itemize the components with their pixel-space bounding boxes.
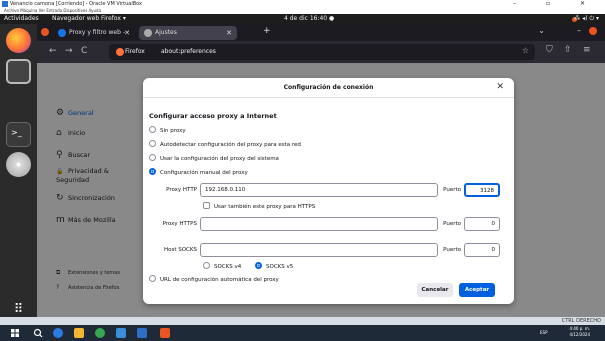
http-proxy-label: Proxy HTTP xyxy=(166,187,197,193)
file-explorer-icon[interactable] xyxy=(74,328,84,338)
tab-strip: Proxy y filtro web - Venc ✕ Ajustes ✕ + … xyxy=(37,24,605,50)
taskbar-date: 4/12/2024 xyxy=(569,332,590,337)
tab-ajustes[interactable]: Ajustes ✕ xyxy=(139,26,237,40)
accept-button[interactable]: Aceptar xyxy=(459,283,495,297)
activities-button[interactable]: Actividades xyxy=(4,14,39,24)
pocket-icon[interactable]: ⛉ xyxy=(546,45,553,55)
checkbox-label: Usar también este proxy para HTTPS xyxy=(214,204,316,210)
gnome-top-bar: Actividades Navegador web Firefox ▾ 4 de… xyxy=(0,14,605,24)
radio-system-proxy[interactable]: Usar la configuración del proxy del sist… xyxy=(149,154,279,163)
cancel-button[interactable]: Cancelar xyxy=(417,283,453,297)
firefox-icon[interactable] xyxy=(6,28,31,53)
radio-icon xyxy=(203,262,210,269)
vbox-status-bar: CTRL DERECHO xyxy=(0,317,605,325)
https-port-input[interactable]: 0 xyxy=(464,217,500,231)
radio-label: Configuración manual del proxy xyxy=(160,170,248,176)
tab-favicon-icon xyxy=(58,29,66,37)
clock[interactable]: 4 de dic 16:40 ● xyxy=(284,14,334,24)
radio-label: Usar la configuración del proxy del sist… xyxy=(160,156,279,162)
firefox-identity-icon xyxy=(116,48,124,56)
radio-socks4[interactable]: SOCKS v4 xyxy=(203,262,241,271)
tab-proxy[interactable]: Proxy y filtro web - Venc ✕ xyxy=(53,26,135,50)
socks-port-input[interactable]: 0 xyxy=(464,243,500,257)
https-checkbox[interactable]: Usar también este proxy para HTTPS xyxy=(203,202,315,212)
tab-close-icon[interactable]: ✕ xyxy=(226,26,232,40)
http-port-input[interactable]: 3128 xyxy=(464,183,500,197)
app-menu[interactable]: Navegador web Firefox ▾ xyxy=(52,14,126,24)
virtualbox-icon xyxy=(2,1,8,7)
identity-label: Firefox xyxy=(125,48,145,55)
proxy-heading: Configurar acceso proxy a Internet xyxy=(149,112,277,120)
keyboard-language[interactable]: ESP xyxy=(540,330,547,336)
socks-host-input[interactable] xyxy=(200,243,438,257)
connection-settings-dialog: Configuración de conexión ✕ Configurar a… xyxy=(143,78,514,304)
url-text[interactable]: about:preferences xyxy=(161,44,216,60)
vm-titlebar: Venancio camona [Corriendo] - Oracle VM … xyxy=(0,0,605,8)
socks-port-label: Puerto xyxy=(443,247,461,253)
radio-label: Sin proxy xyxy=(160,128,186,134)
settings-gear-icon xyxy=(144,29,152,37)
minimize-icon[interactable]: – xyxy=(577,26,581,35)
http-proxy-input[interactable]: 192.168.0.110 xyxy=(200,183,438,197)
vm-window-controls[interactable]: – ▫ ✕ xyxy=(513,0,599,8)
firefox-view-icon[interactable] xyxy=(41,28,49,36)
new-tab-icon[interactable]: + xyxy=(263,26,271,36)
back-icon[interactable]: ← xyxy=(49,46,57,56)
radio-auto-url[interactable]: URL de configuración automática del prox… xyxy=(149,275,279,284)
socks-host-label: Host SOCKS xyxy=(163,247,197,253)
bookmark-star-icon[interactable]: ☆ xyxy=(522,46,529,55)
windows-start-icon[interactable] xyxy=(10,328,20,338)
chrome-icon[interactable] xyxy=(95,328,105,338)
url-bar[interactable]: Firefox about:preferences ☆ xyxy=(109,44,535,60)
close-window-icon[interactable] xyxy=(589,27,597,35)
tab-list-icon[interactable]: ⌄ xyxy=(538,26,545,35)
virtualbox-taskbar-icon[interactable] xyxy=(137,328,147,338)
vm-window-taskbar-icon[interactable] xyxy=(160,328,170,338)
forward-icon[interactable]: → xyxy=(65,46,73,56)
radio-selected-icon xyxy=(255,262,262,269)
radio-label: Autodetectar configuración del proxy par… xyxy=(160,142,301,148)
vm-title-text: Venancio camona [Corriendo] - Oracle VM … xyxy=(10,1,143,7)
close-icon[interactable]: ✕ xyxy=(496,82,504,92)
radio-label: URL de configuración automática del prox… xyxy=(160,277,279,283)
terminal-icon[interactable]: >_ xyxy=(6,122,31,147)
store-icon[interactable] xyxy=(116,328,126,338)
radio-icon xyxy=(149,154,156,161)
tab-label: Ajustes xyxy=(155,29,177,36)
reload-icon[interactable]: C xyxy=(81,46,87,56)
radio-no-proxy[interactable]: Sin proxy xyxy=(149,126,186,135)
http-port-label: Puerto xyxy=(443,187,461,193)
system-tray[interactable]: ⁂ ◂) ⏻ ▾ xyxy=(574,14,599,24)
radio-socks5[interactable]: SOCKS v5 xyxy=(255,262,293,271)
radio-selected-icon xyxy=(149,168,156,175)
radio-label: SOCKS v5 xyxy=(266,264,294,270)
dialog-title: Configuración de conexión xyxy=(143,78,514,98)
nav-toolbar: ← → C Firefox about:preferences ☆ ⛉ ⇧ ≡ xyxy=(37,41,605,63)
menu-icon[interactable]: ≡ xyxy=(583,45,591,55)
checkbox-icon xyxy=(203,202,210,209)
radio-icon xyxy=(149,140,156,147)
files-icon[interactable] xyxy=(6,59,31,84)
tab-close-icon[interactable]: ✕ xyxy=(124,26,130,40)
https-port-label: Puerto xyxy=(443,221,461,227)
dock: >_ ⠿ xyxy=(0,24,37,317)
search-icon[interactable] xyxy=(33,328,43,338)
windows-taskbar: ESP 4:40 p. m. 4/12/2024 xyxy=(0,325,605,341)
radio-autodetect[interactable]: Autodetectar configuración del proxy par… xyxy=(149,140,301,149)
host-key-label: CTRL DERECHO xyxy=(561,318,601,324)
radio-manual-proxy[interactable]: Configuración manual del proxy xyxy=(149,168,248,177)
radio-label: SOCKS v4 xyxy=(214,264,242,270)
https-proxy-input[interactable] xyxy=(200,217,438,231)
radio-icon xyxy=(149,126,156,133)
optical-disc-icon[interactable] xyxy=(6,152,31,177)
share-icon[interactable]: ⇧ xyxy=(564,45,572,55)
radio-icon xyxy=(149,275,156,282)
edge-icon[interactable] xyxy=(53,328,63,338)
https-proxy-label: Proxy HTTPS xyxy=(162,221,197,227)
taskbar-clock[interactable]: 4:40 p. m. 4/12/2024 xyxy=(556,326,590,338)
